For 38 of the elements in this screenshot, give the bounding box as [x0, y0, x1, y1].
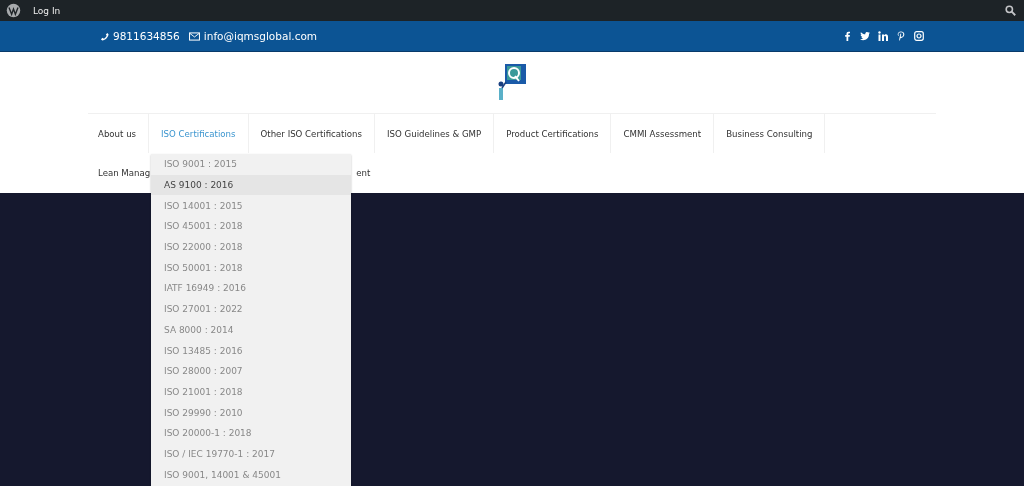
- logo-icon[interactable]: [496, 62, 528, 102]
- linkedin-icon[interactable]: [878, 31, 888, 41]
- instagram-icon[interactable]: [914, 31, 924, 41]
- dropdown-item[interactable]: ISO 22000 : 2018: [151, 236, 351, 258]
- facebook-icon[interactable]: [842, 31, 852, 41]
- wordpress-logo-icon[interactable]: [6, 3, 21, 18]
- dropdown-item[interactable]: AS 9100 : 2016: [151, 174, 351, 196]
- nav-link[interactable]: ISO Guidelines & GMP: [375, 114, 495, 153]
- dropdown-item[interactable]: IATF 16949 : 2016: [151, 278, 351, 299]
- email-address: info@iqmsglobal.com: [203, 30, 318, 42]
- dropdown-item[interactable]: SA 8000 : 2014: [151, 319, 351, 341]
- dropdown-item[interactable]: ISO 21001 : 2018: [151, 381, 351, 403]
- nav-link[interactable]: Business Consulting: [714, 114, 826, 153]
- nav-link[interactable]: Lean Manag: [98, 168, 151, 178]
- dropdown-item[interactable]: ISO 45001 : 2018: [151, 216, 351, 237]
- phone-number: 9811634856: [113, 30, 180, 42]
- dropdown-item[interactable]: ISO 14001 : 2015: [151, 195, 351, 217]
- nav-link[interactable]: About us: [88, 114, 150, 153]
- search-icon[interactable]: [1005, 5, 1016, 16]
- envelope-icon: [188, 31, 200, 41]
- dropdown-item[interactable]: ISO 29990 : 2010: [151, 402, 351, 423]
- nav-link[interactable]: ent: [356, 168, 371, 178]
- nav-link[interactable]: ISO Certifications: [149, 114, 249, 153]
- dropdown-item[interactable]: ISO 20000-1 : 2018: [151, 422, 351, 444]
- nav-link[interactable]: Other ISO Certifications: [248, 114, 376, 153]
- pinterest-icon[interactable]: [896, 31, 906, 41]
- dropdown-item[interactable]: ISO / IEC 19770-1 : 2017: [151, 443, 351, 465]
- phone-icon: [100, 31, 109, 41]
- dropdown-item[interactable]: ISO 13485 : 2016: [151, 340, 351, 361]
- dropdown-item[interactable]: ISO 9001 : 2015: [151, 154, 351, 175]
- dropdown-item[interactable]: ISO 27001 : 2022: [151, 298, 351, 320]
- nav-link[interactable]: CMMI Assessment: [611, 114, 715, 153]
- nav-link[interactable]: Product Certifications: [494, 114, 612, 153]
- dropdown-item[interactable]: ISO 9001, 14001 & 45001: [151, 464, 351, 485]
- login-link[interactable]: Log In: [33, 5, 61, 16]
- dropdown-item[interactable]: ISO 50001 : 2018: [151, 257, 351, 279]
- dropdown-item[interactable]: ISO 28000 : 2007: [151, 360, 351, 382]
- twitter-bird-icon[interactable]: [860, 31, 870, 41]
